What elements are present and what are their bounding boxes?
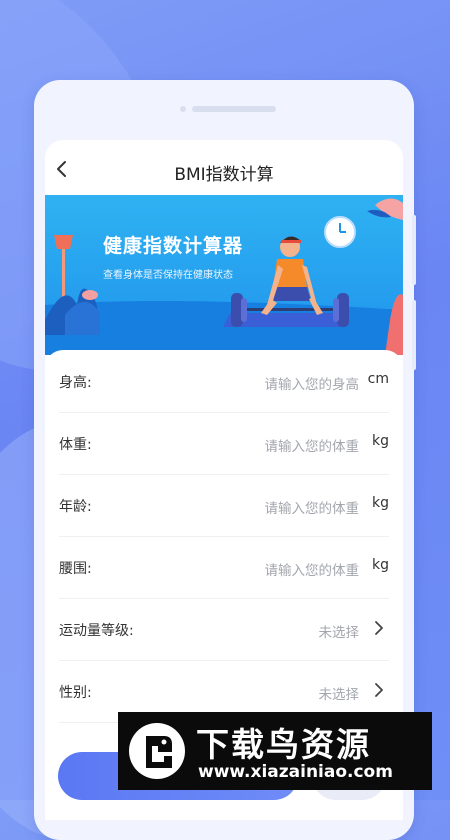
banner: 健康指数计算器 查看身体是否保持在健康状态 <box>45 195 403 355</box>
nav-bar: BMI指数计算 <box>45 140 403 195</box>
activity-level-label: 运动量等级: <box>59 623 134 639</box>
banner-subtitle: 查看身体是否保持在健康状态 <box>103 270 233 281</box>
age-row[interactable]: 年龄: 请输入您的体重 kg <box>59 474 389 537</box>
watermark-url: www.xiazainiao.com <box>198 762 393 782</box>
watermark-banner: 下载鸟资源 www.xiazainiao.com <box>118 712 432 790</box>
waist-label: 腰围: <box>59 561 92 577</box>
weight-label: 体重: <box>59 437 92 453</box>
activity-level-row[interactable]: 运动量等级: 未选择 <box>59 598 389 661</box>
waist-row[interactable]: 腰围: 请输入您的体重 kg <box>59 536 389 599</box>
gender-label: 性别: <box>59 685 92 701</box>
chevron-right-icon[interactable] <box>374 683 384 697</box>
age-input[interactable]: 请输入您的体重 <box>265 497 360 517</box>
bird-logo-icon <box>129 723 185 779</box>
camera-dot <box>180 106 186 112</box>
speaker-slot <box>192 106 276 112</box>
weight-row[interactable]: 体重: 请输入您的体重 kg <box>59 412 389 475</box>
height-input[interactable]: 请输入您的身高 <box>265 373 360 393</box>
weight-input[interactable]: 请输入您的体重 <box>265 435 360 455</box>
height-row[interactable]: 身高: 请输入您的身高 cm <box>59 350 389 413</box>
weight-unit: kg <box>372 433 389 449</box>
banner-title: 健康指数计算器 <box>103 235 244 257</box>
gender-select[interactable]: 未选择 <box>319 683 360 703</box>
height-label: 身高: <box>59 375 92 391</box>
lamp-shade <box>54 235 73 249</box>
page-title: BMI指数计算 <box>174 165 274 185</box>
phone-side-button <box>412 300 416 370</box>
height-unit: cm <box>367 371 389 387</box>
waist-unit: kg <box>372 557 389 573</box>
watermark-title: 下载鸟资源 <box>196 725 371 764</box>
phone-side-button <box>412 215 416 285</box>
waist-input[interactable]: 请输入您的体重 <box>265 559 360 579</box>
activity-level-select[interactable]: 未选择 <box>319 621 360 641</box>
chevron-right-icon[interactable] <box>374 621 384 635</box>
age-label: 年龄: <box>59 499 92 515</box>
age-unit: kg <box>372 495 389 511</box>
